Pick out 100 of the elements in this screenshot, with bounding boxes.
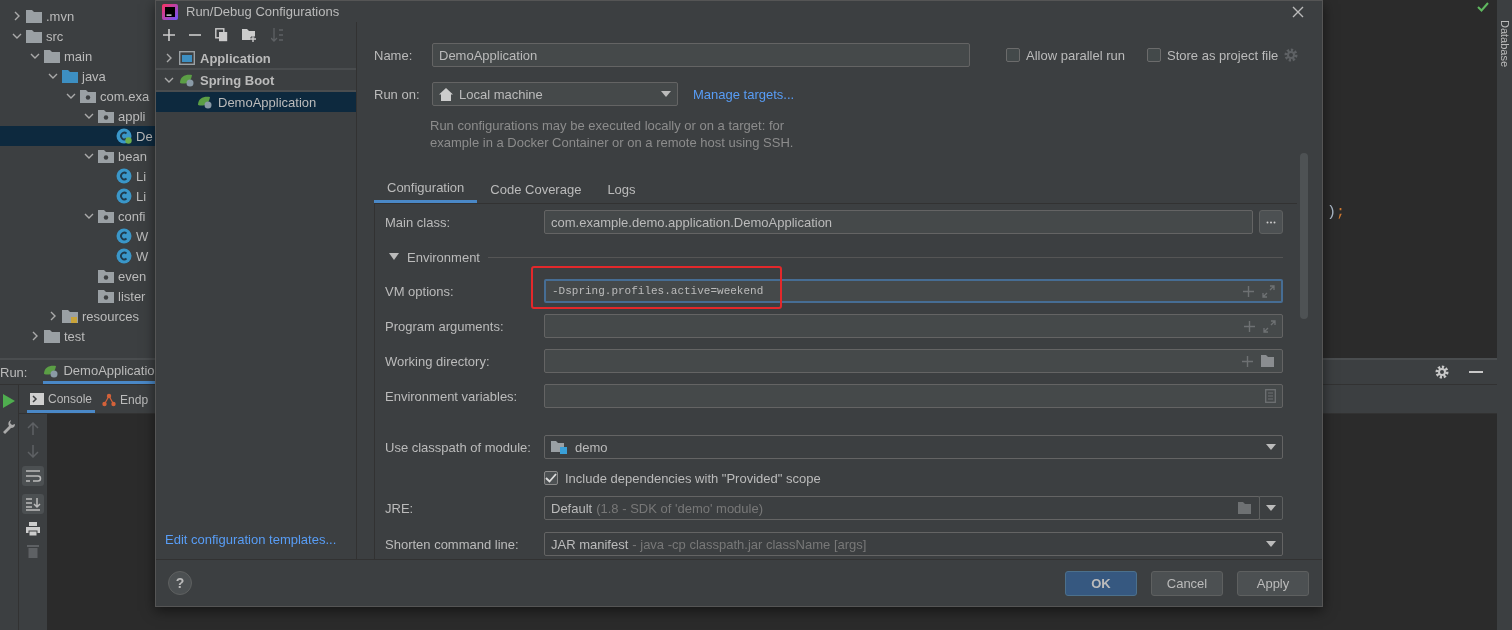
folder-icon	[62, 309, 78, 323]
tab[interactable]: Code Coverage	[477, 175, 595, 203]
tree-item[interactable]: Application	[156, 48, 356, 70]
dropdown[interactable]: JAR manifest - java -cp classpath.jar className [args]	[544, 532, 1283, 556]
folder-icon	[44, 49, 60, 63]
chevron-icon[interactable]	[66, 91, 76, 101]
chevron-icon[interactable]	[164, 53, 174, 63]
field-label: VM options:	[385, 283, 455, 299]
play-icon[interactable]	[3, 394, 15, 408]
caret-icon	[1266, 505, 1276, 511]
templates-link[interactable]: Edit configuration templates...	[156, 532, 356, 559]
dialog-button[interactable]: OK	[1065, 570, 1137, 596]
chevron-icon[interactable]	[84, 151, 94, 161]
dialog-button[interactable]: Cancel	[1151, 570, 1223, 596]
caret-icon	[1266, 541, 1276, 547]
chevron-icon[interactable]	[30, 51, 40, 61]
scroll-end-icon[interactable]	[22, 494, 44, 514]
panel-title: Run:	[0, 364, 28, 380]
tree-item[interactable]: .mvn	[0, 6, 155, 26]
input-field[interactable]: com.example.demo.application.DemoApplication	[544, 210, 1253, 234]
checkbox[interactable]	[1147, 48, 1161, 62]
chevron-icon[interactable]	[48, 311, 58, 321]
field-label: Program arguments:	[385, 318, 505, 334]
tree-item[interactable]: Li	[0, 186, 155, 206]
class-icon	[116, 168, 132, 184]
folder-plus-icon[interactable]	[242, 28, 257, 42]
wrap-icon[interactable]	[22, 466, 44, 486]
input-field[interactable]	[544, 349, 1283, 373]
tree-item[interactable]: bean	[0, 146, 155, 166]
module-icon	[551, 440, 567, 454]
hint-text: Run configurations may be executed locally or on a target: for example in a Docker Container or on a remote host using SSH.	[430, 117, 795, 151]
dropdown-button[interactable]	[1259, 496, 1283, 520]
input-field[interactable]: Default (1.8 - SDK of 'demo' module)	[544, 496, 1260, 520]
chevron-icon[interactable]	[30, 331, 40, 341]
checkbox-label[interactable]: Store as project file	[1167, 47, 1279, 63]
chevron-icon[interactable]	[12, 31, 22, 41]
close-icon[interactable]	[1292, 5, 1304, 18]
tree-item[interactable]: com.exa	[0, 86, 155, 106]
checkbox[interactable]	[544, 471, 558, 485]
minimize-icon[interactable]	[1469, 370, 1483, 374]
code-line: );	[1327, 204, 1346, 221]
folder-icon	[26, 29, 42, 43]
help-button[interactable]: ?	[168, 571, 192, 595]
name-field[interactable]: DemoApplication	[432, 43, 970, 67]
tree-item[interactable]: DemoApplication	[156, 92, 356, 112]
tree-item[interactable]: W	[0, 246, 155, 266]
tab[interactable]: Logs	[594, 175, 649, 203]
tree-item[interactable]: main	[0, 46, 155, 66]
class-icon	[116, 248, 132, 264]
folder-icon	[98, 109, 114, 123]
tree-item[interactable]: W	[0, 226, 155, 246]
leaf-icon	[179, 73, 195, 87]
wrench-icon[interactable]	[3, 420, 15, 434]
checkbox-label[interactable]: Allow parallel run	[1026, 47, 1125, 63]
tree-item[interactable]: test	[0, 326, 155, 346]
class-icon	[116, 128, 132, 144]
copy-icon[interactable]	[215, 28, 228, 42]
field-label: Run on:	[374, 86, 421, 102]
checkbox[interactable]	[1006, 48, 1020, 62]
tree-item[interactable]: lister	[0, 286, 155, 306]
tool-window-tab[interactable]: Database	[1498, 20, 1511, 80]
dropdown[interactable]: Local machine	[432, 82, 678, 106]
chevron-icon[interactable]	[164, 75, 174, 85]
chevron-icon[interactable]	[84, 211, 94, 221]
tree-item[interactable]: De	[0, 126, 155, 146]
folder-icon	[80, 89, 96, 103]
folder-icon	[98, 209, 114, 223]
print-icon[interactable]	[26, 522, 40, 536]
app-icon	[162, 3, 178, 20]
tree-item[interactable]: src	[0, 26, 155, 46]
class-icon	[116, 188, 132, 204]
tree-item[interactable]: appli	[0, 106, 155, 126]
class-icon	[116, 228, 132, 244]
checkbox-label[interactable]: Include dependencies with "Provided" scope	[565, 470, 821, 486]
chevron-icon[interactable]	[84, 111, 94, 121]
field-label: Main class:	[385, 214, 452, 230]
leaf-icon	[197, 95, 213, 109]
folder-icon[interactable]	[1261, 355, 1276, 367]
tree-item[interactable]: even	[0, 266, 155, 286]
dialog-button[interactable]: Apply	[1237, 570, 1309, 596]
window-icon	[179, 51, 195, 65]
field-label: Working directory:	[385, 353, 491, 369]
chevron-icon[interactable]	[12, 11, 22, 21]
section-title: Environment	[407, 249, 480, 265]
tree-item[interactable]: Li	[0, 166, 155, 186]
manage-targets-link[interactable]: Manage targets...	[693, 86, 795, 102]
folder-icon	[44, 329, 60, 343]
caret-icon	[1266, 444, 1276, 450]
expand-icon[interactable]	[389, 253, 399, 261]
tree-item[interactable]: confi	[0, 206, 155, 226]
field-label: Use classpath of module:	[385, 439, 532, 455]
input-field[interactable]	[544, 384, 1283, 408]
chevron-icon[interactable]	[48, 71, 58, 81]
tab[interactable]: Configuration	[374, 175, 478, 203]
field-label: Environment variables:	[385, 388, 519, 404]
panel-tab[interactable]: Endp	[99, 387, 152, 413]
tree-item[interactable]: resources	[0, 306, 155, 326]
folder-icon	[98, 289, 114, 303]
dropdown[interactable]: demo	[544, 435, 1283, 459]
tree-item[interactable]: java	[0, 66, 155, 86]
